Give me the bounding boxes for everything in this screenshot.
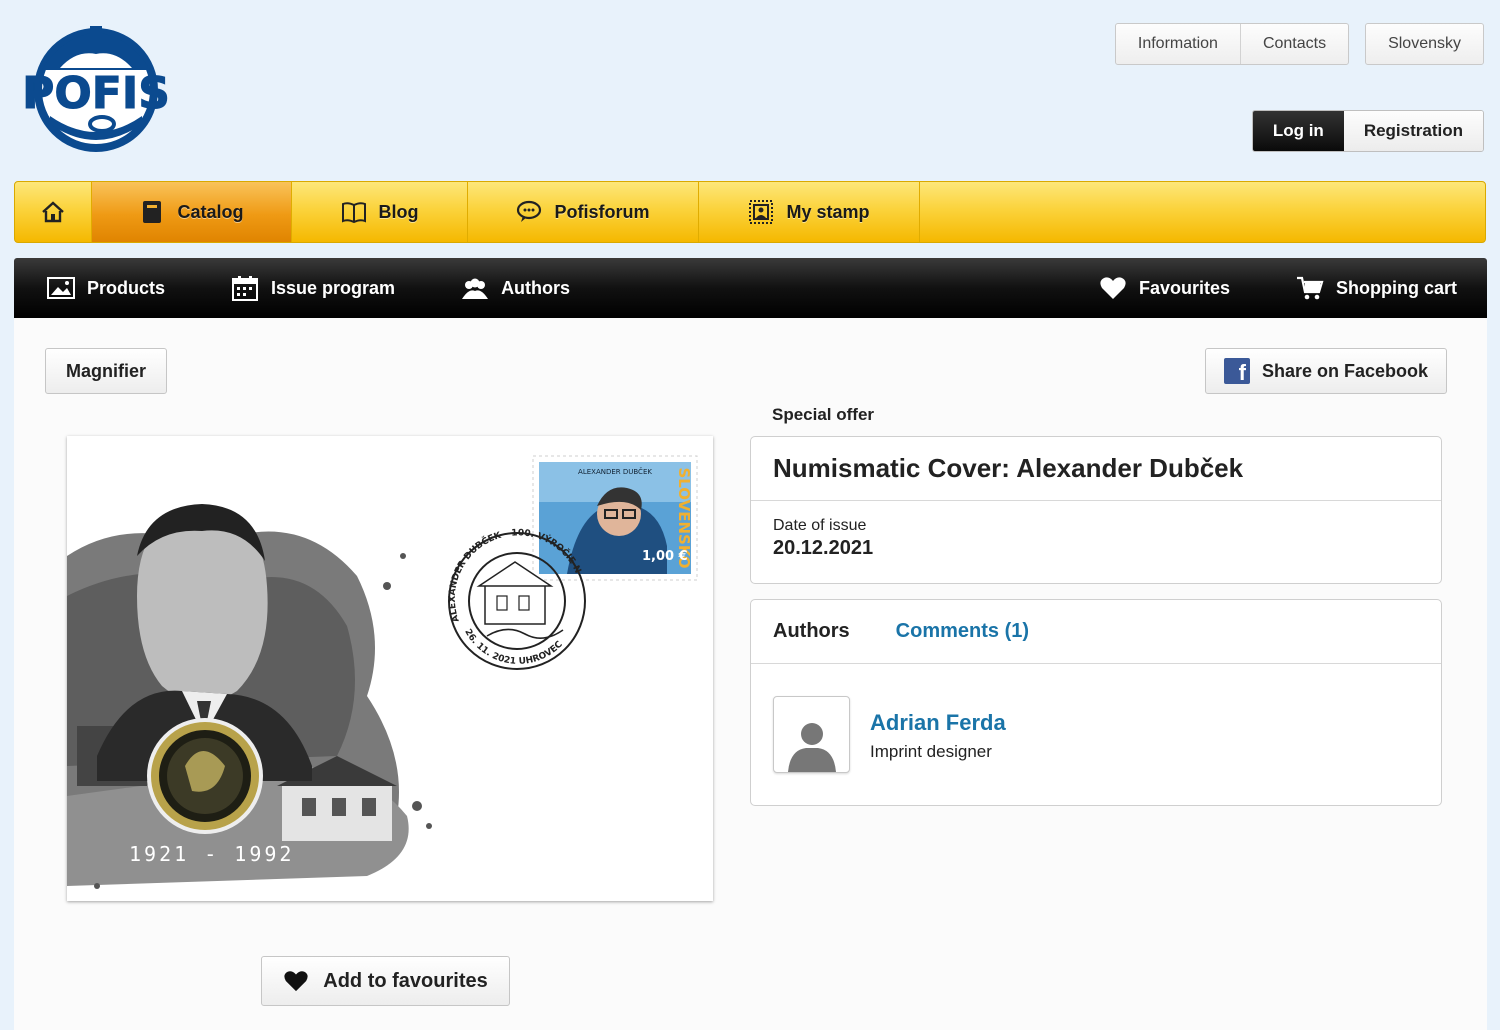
product-image[interactable]: 1921 - 1992 SLOVENSKO 1,00 € ALEXANDER D… (67, 436, 713, 901)
subnav-shopping-cart[interactable]: Shopping cart (1296, 275, 1457, 301)
date-of-issue-value: 20.12.2021 (773, 537, 874, 559)
main-nav: Catalog Blog Pofisforum My stamp (14, 181, 1486, 243)
contacts-link[interactable]: Contacts (1241, 24, 1348, 64)
heart-icon (1100, 277, 1126, 299)
subnav-products-label: Products (87, 277, 166, 298)
panel-tabs: Authors Comments (1) (751, 600, 1441, 664)
nav-my-stamp-label: My stamp (786, 201, 870, 222)
nav-my-stamp[interactable]: My stamp (699, 182, 920, 242)
tab-comments[interactable]: Comments (1) (896, 620, 1029, 643)
open-book-icon (341, 202, 366, 224)
top-links: Information Contacts Slovensky (1114, 23, 1484, 65)
authors-panel: Authors Comments (1) Adrian Ferda Imprin… (750, 599, 1442, 806)
info-contacts-group: Information Contacts (1114, 23, 1350, 65)
login-button[interactable]: Log in (1252, 111, 1344, 151)
sub-nav: Products Issue program Authors Favourite… (14, 258, 1487, 318)
cart-icon (1297, 276, 1324, 300)
pofis-logo[interactable]: POFIS (20, 20, 172, 152)
registration-button[interactable]: Registration (1343, 111, 1483, 151)
nav-blog-label: Blog (378, 201, 419, 222)
auth-buttons: Log in Registration (1251, 110, 1484, 152)
add-to-favourites-button[interactable]: Add to favourites (261, 956, 510, 1006)
svg-text:ALEXANDER DUBČEK: ALEXANDER DUBČEK (578, 467, 652, 476)
nav-pofisforum-label: Pofisforum (554, 201, 650, 222)
add-to-favourites-label: Add to favourites (323, 969, 488, 992)
speech-bubble-icon (517, 200, 542, 222)
svg-text:1921 - 1992: 1921 - 1992 (129, 842, 294, 866)
subnav-products[interactable]: Products (47, 275, 165, 301)
subnav-issue-program[interactable]: Issue program (231, 275, 395, 301)
special-offer-label: Special offer (772, 405, 875, 424)
magnifier-button[interactable]: Magnifier (45, 348, 167, 394)
share-facebook-button[interactable]: f Share on Facebook (1205, 348, 1447, 394)
product-content: Magnifier f Share on Facebook Special of… (14, 318, 1487, 1030)
author-role: Imprint designer (870, 742, 992, 761)
product-info-panel: Numismatic Cover: Alexander Dubček Date … (750, 436, 1442, 584)
heart-icon (284, 971, 308, 992)
language-group: Slovensky (1365, 23, 1484, 65)
svg-text:1,00 €: 1,00 € (642, 549, 688, 564)
date-of-issue-label: Date of issue (773, 517, 867, 534)
picture-icon (47, 277, 75, 299)
facebook-icon: f (1223, 358, 1250, 385)
calendar-icon (232, 276, 259, 301)
language-switch[interactable]: Slovensky (1366, 24, 1483, 64)
svg-text:POFIS: POFIS (22, 68, 170, 119)
stamp-icon (749, 200, 774, 224)
author-card: Adrian Ferda Imprint designer (773, 696, 1006, 773)
product-title: Numismatic Cover: Alexander Dubček (751, 437, 1441, 501)
subnav-authors-label: Authors (501, 277, 571, 298)
subnav-authors[interactable]: Authors (461, 275, 570, 301)
author-name-link[interactable]: Adrian Ferda (870, 710, 1006, 736)
tab-authors[interactable]: Authors (773, 620, 850, 643)
people-icon (462, 278, 489, 299)
home-icon (42, 201, 64, 223)
book-icon (143, 201, 162, 223)
avatar[interactable] (773, 696, 850, 773)
information-link[interactable]: Information (1116, 24, 1241, 64)
nav-catalog-label: Catalog (177, 201, 244, 222)
subnav-issue-program-label: Issue program (271, 277, 396, 298)
nav-blog[interactable]: Blog (292, 182, 468, 242)
user-silhouette-icon (787, 723, 836, 772)
share-facebook-label: Share on Facebook (1261, 360, 1429, 381)
nav-catalog[interactable]: Catalog (92, 182, 292, 242)
nav-pofisforum[interactable]: Pofisforum (468, 182, 699, 242)
subnav-favourites-label: Favourites (1138, 277, 1230, 298)
subnav-favourites[interactable]: Favourites (1099, 275, 1230, 301)
nav-home[interactable] (15, 182, 92, 242)
subnav-shopping-cart-label: Shopping cart (1336, 277, 1457, 298)
